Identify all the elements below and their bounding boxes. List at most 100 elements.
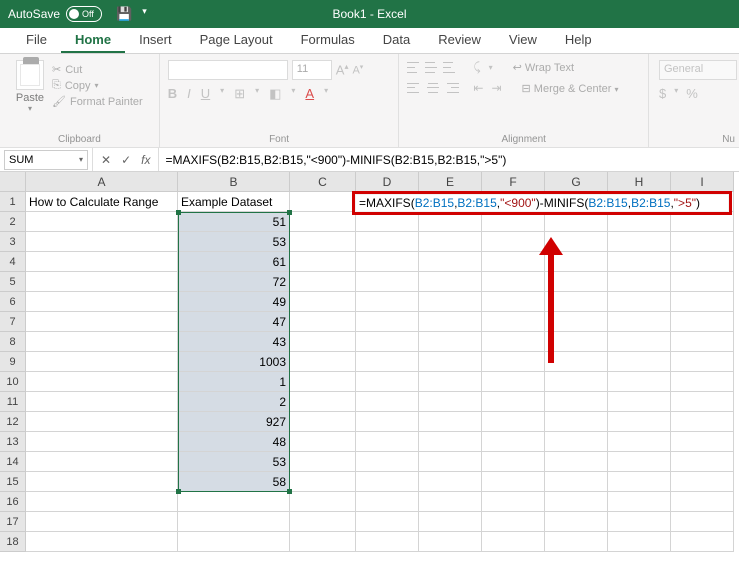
- row-header[interactable]: 13: [0, 432, 26, 452]
- col-header-D[interactable]: D: [356, 172, 419, 192]
- cell[interactable]: [356, 352, 419, 372]
- cell[interactable]: [608, 332, 671, 352]
- cell[interactable]: [26, 492, 178, 512]
- percent-button[interactable]: %: [686, 86, 698, 101]
- cell-B6[interactable]: 49: [178, 292, 290, 312]
- col-header-A[interactable]: A: [26, 172, 178, 192]
- cell[interactable]: [419, 432, 482, 452]
- save-icon[interactable]: 💾: [116, 6, 132, 22]
- cell[interactable]: [356, 292, 419, 312]
- cell-B11[interactable]: 2: [178, 392, 290, 412]
- cell[interactable]: [482, 312, 545, 332]
- cell[interactable]: [545, 452, 608, 472]
- cell[interactable]: [608, 452, 671, 472]
- cell[interactable]: [419, 372, 482, 392]
- cell[interactable]: [545, 332, 608, 352]
- cell[interactable]: [545, 392, 608, 412]
- cell-B12[interactable]: 927: [178, 412, 290, 432]
- cell[interactable]: [671, 332, 734, 352]
- enter-icon[interactable]: ✓: [121, 153, 131, 167]
- cell[interactable]: [671, 212, 734, 232]
- cell[interactable]: [482, 432, 545, 452]
- cell[interactable]: [671, 472, 734, 492]
- cell[interactable]: [419, 232, 482, 252]
- cell[interactable]: [482, 392, 545, 412]
- font-color-icon[interactable]: A: [305, 86, 314, 102]
- name-box-dropdown-icon[interactable]: ▾: [79, 155, 83, 164]
- cell[interactable]: [290, 372, 356, 392]
- cell-B4[interactable]: 61: [178, 252, 290, 272]
- cell-B13[interactable]: 48: [178, 432, 290, 452]
- cell[interactable]: [356, 492, 419, 512]
- tab-file[interactable]: File: [12, 28, 61, 53]
- col-header-H[interactable]: H: [608, 172, 671, 192]
- cell[interactable]: [26, 292, 178, 312]
- cell[interactable]: [290, 312, 356, 332]
- cell[interactable]: [608, 392, 671, 412]
- cell[interactable]: [671, 432, 734, 452]
- cell[interactable]: [671, 492, 734, 512]
- tab-formulas[interactable]: Formulas: [287, 28, 369, 53]
- cell[interactable]: [419, 332, 482, 352]
- formula-input[interactable]: =MAXIFS(B2:B15,B2:B15,"<900")-MINIFS(B2:…: [159, 151, 739, 169]
- cell[interactable]: [671, 412, 734, 432]
- cell[interactable]: [671, 252, 734, 272]
- cell[interactable]: [608, 412, 671, 432]
- cell[interactable]: [545, 532, 608, 552]
- cell[interactable]: [671, 292, 734, 312]
- cell[interactable]: [671, 312, 734, 332]
- grow-font-icon[interactable]: A▴: [336, 62, 349, 77]
- cell-B2[interactable]: 51: [178, 212, 290, 232]
- cell[interactable]: [545, 232, 608, 252]
- row-header[interactable]: 18: [0, 532, 26, 552]
- cell[interactable]: [482, 332, 545, 352]
- row-header[interactable]: 5: [0, 272, 26, 292]
- align-middle-icon[interactable]: [425, 61, 441, 75]
- tab-view[interactable]: View: [495, 28, 551, 53]
- cell[interactable]: [545, 512, 608, 532]
- cell[interactable]: [26, 232, 178, 252]
- cell[interactable]: [356, 372, 419, 392]
- cell[interactable]: [419, 472, 482, 492]
- wrap-text-button[interactable]: Wrap Text: [525, 62, 574, 74]
- row-header[interactable]: 9: [0, 352, 26, 372]
- cell[interactable]: [26, 252, 178, 272]
- cell[interactable]: [482, 372, 545, 392]
- cell[interactable]: [26, 432, 178, 452]
- spreadsheet-grid[interactable]: A B C D E F G H I 1 2 3 4 5 6 7 8 9 10 1…: [0, 172, 739, 552]
- cell[interactable]: [482, 272, 545, 292]
- cell[interactable]: [608, 372, 671, 392]
- cell[interactable]: [671, 272, 734, 292]
- cell[interactable]: [482, 512, 545, 532]
- cell-B7[interactable]: 47: [178, 312, 290, 332]
- cell[interactable]: [608, 272, 671, 292]
- col-header-E[interactable]: E: [419, 172, 482, 192]
- cell[interactable]: [419, 532, 482, 552]
- cell[interactable]: [482, 472, 545, 492]
- cell[interactable]: [608, 532, 671, 552]
- align-bottom-icon[interactable]: [443, 61, 459, 75]
- cell[interactable]: [290, 512, 356, 532]
- fx-icon[interactable]: fx: [141, 153, 150, 167]
- cell[interactable]: [608, 212, 671, 232]
- merge-center-button[interactable]: Merge & Center: [534, 83, 612, 95]
- cell[interactable]: [290, 472, 356, 492]
- cell[interactable]: [356, 472, 419, 492]
- cell[interactable]: [545, 432, 608, 452]
- row-header[interactable]: 4: [0, 252, 26, 272]
- cell[interactable]: [290, 412, 356, 432]
- cell[interactable]: [671, 512, 734, 532]
- col-header-F[interactable]: F: [482, 172, 545, 192]
- cell[interactable]: [419, 452, 482, 472]
- cell[interactable]: [356, 532, 419, 552]
- cell[interactable]: [26, 512, 178, 532]
- cell-B1[interactable]: Example Dataset: [178, 192, 290, 212]
- cell-B14[interactable]: 53: [178, 452, 290, 472]
- row-header[interactable]: 10: [0, 372, 26, 392]
- selection-handle[interactable]: [287, 210, 292, 215]
- cell[interactable]: [178, 512, 290, 532]
- cell[interactable]: [26, 212, 178, 232]
- shrink-font-icon[interactable]: A▾: [352, 63, 363, 77]
- toggle-switch[interactable]: Off: [66, 6, 102, 22]
- cell[interactable]: [482, 252, 545, 272]
